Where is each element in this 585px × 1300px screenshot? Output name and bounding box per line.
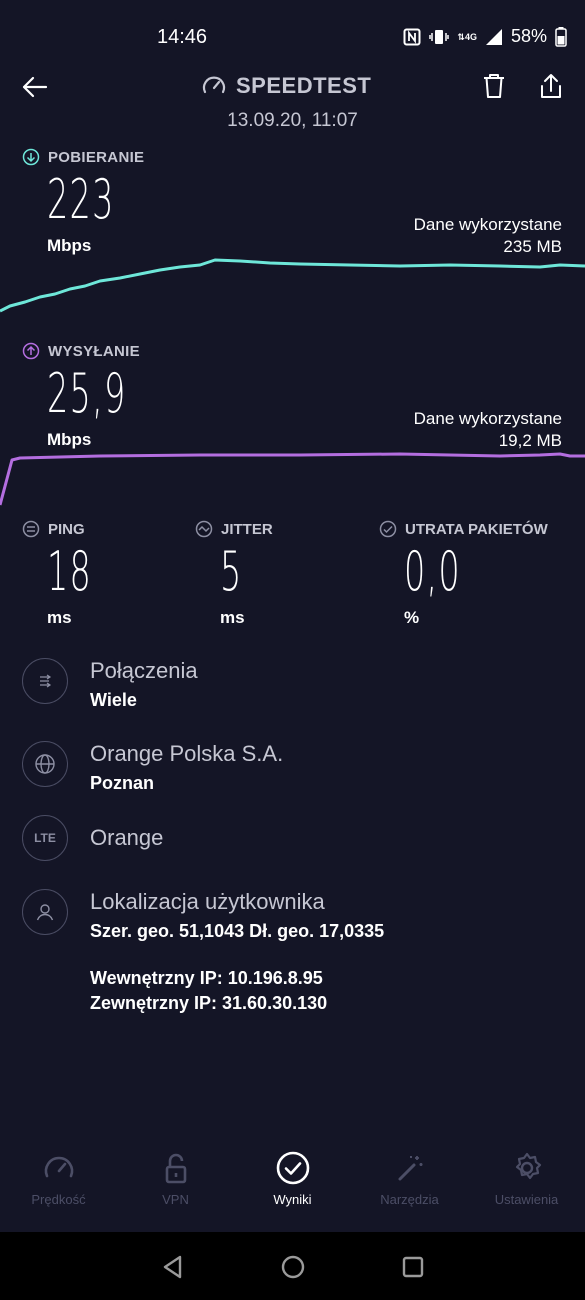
status-time: 14:46 [157, 26, 208, 48]
download-graph [0, 258, 585, 313]
app-title-text: SPEEDTEST [236, 73, 372, 98]
nav-speed[interactable]: Prędkość [0, 1150, 117, 1230]
recents-square-icon[interactable] [400, 1254, 426, 1280]
provider-title: Orange Polska S.A. [90, 741, 284, 766]
upload-value: 25,9 [47, 362, 127, 425]
nav-results-label: Wyniki [273, 1192, 312, 1207]
app-title: SPEEDTEST [200, 72, 371, 100]
download-label: POBIERANIE [22, 148, 144, 166]
jitter-label: JITTER [221, 520, 273, 538]
ping-label: PING [48, 520, 85, 538]
upload-data-used-label: Dane wykorzystane [413, 409, 562, 428]
ping-value: 18 [47, 540, 93, 603]
test-date: 13.09.20, 11:07 [227, 110, 358, 131]
location-row: Lokalizacja użytkownika Szer. geo. 51,10… [22, 889, 384, 942]
location-coordinates: Szer. geo. 51,1043 Dł. geo. 17,0335 [90, 921, 385, 941]
nav-settings[interactable]: Ustawienia [468, 1150, 585, 1230]
lte-icon: LTE [22, 815, 68, 861]
packet-loss-unit: % [404, 608, 420, 627]
jitter-icon [195, 520, 213, 538]
bottom-nav: Prędkość VPN Wyniki Narzędzia Ustawienia [0, 1150, 585, 1230]
trash-icon [484, 74, 504, 98]
internal-ip: Wewnętrzny IP: 10.196.8.95 [90, 968, 323, 988]
home-circle-icon[interactable] [280, 1254, 306, 1280]
battery-percent: 58% [510, 26, 547, 46]
upload-graph [0, 452, 585, 506]
jitter-value: 5 [220, 540, 243, 603]
download-curve [0, 258, 585, 313]
arrow-down-circle-icon [22, 148, 40, 166]
nfc-icon [403, 28, 421, 45]
globe-icon [22, 741, 68, 787]
user-icon [22, 889, 68, 935]
packet-loss-value: 0,0 [404, 540, 461, 603]
status-icons: ⇅4G 58% [403, 26, 567, 47]
nav-results[interactable]: Wyniki [234, 1150, 351, 1230]
connections-value: Wiele [90, 690, 137, 710]
upload-curve [0, 452, 585, 506]
connections-row: Połączenia Wiele [22, 658, 198, 711]
metric-packet-loss: UTRATA PAKIETÓW 0,0 % [379, 520, 579, 627]
share-icon [541, 74, 561, 98]
external-ip: Zewnętrzny IP: 31.60.30.130 [90, 993, 328, 1013]
back-triangle-icon[interactable] [160, 1254, 186, 1280]
jitter-unit: ms [220, 608, 245, 627]
connections-title: Połączenia [90, 658, 198, 683]
arrow-up-circle-icon [22, 342, 40, 360]
nav-tools-label: Narzędzia [380, 1192, 439, 1207]
network-title: Orange [90, 825, 164, 850]
check-circle-icon [276, 1151, 309, 1185]
vibrate-icon [429, 29, 450, 44]
provider-row: Orange Polska S.A. Poznan [22, 741, 283, 794]
download-value: 223 [47, 168, 115, 231]
network-row: LTE Orange [22, 815, 163, 861]
magic-wand-icon [398, 1156, 422, 1181]
speedometer-icon [44, 1156, 73, 1178]
arrow-left-icon [22, 76, 48, 98]
battery-icon [555, 26, 567, 47]
upload-label: WYSYŁANIE [22, 342, 140, 360]
metric-jitter: JITTER 5 ms [195, 520, 273, 627]
network-type: ⇅4G [457, 31, 477, 42]
share-button[interactable] [537, 72, 565, 100]
delete-button[interactable] [480, 72, 508, 100]
speedometer-icon [202, 76, 226, 94]
system-nav-bar [0, 1232, 585, 1300]
nav-vpn-label: VPN [162, 1192, 189, 1207]
packet-loss-label: UTRATA PAKIETÓW [405, 520, 548, 538]
ping-icon [22, 520, 40, 538]
nav-settings-label: Ustawienia [494, 1192, 559, 1207]
nav-speed-label: Prędkość [31, 1192, 86, 1207]
packet-loss-icon [379, 520, 397, 538]
gear-icon [515, 1152, 541, 1180]
ping-unit: ms [47, 608, 72, 627]
nav-tools[interactable]: Narzędzia [351, 1150, 468, 1230]
location-title: Lokalizacja użytkownika [90, 889, 325, 914]
metric-ping: PING 18 ms [22, 520, 91, 627]
connections-icon [22, 658, 68, 704]
nav-vpn[interactable]: VPN [117, 1150, 234, 1230]
download-data-used-label: Dane wykorzystane [413, 215, 562, 234]
signal-icon [485, 28, 502, 45]
back-button[interactable] [20, 72, 50, 102]
provider-location: Poznan [90, 773, 155, 793]
lock-icon [165, 1153, 186, 1184]
